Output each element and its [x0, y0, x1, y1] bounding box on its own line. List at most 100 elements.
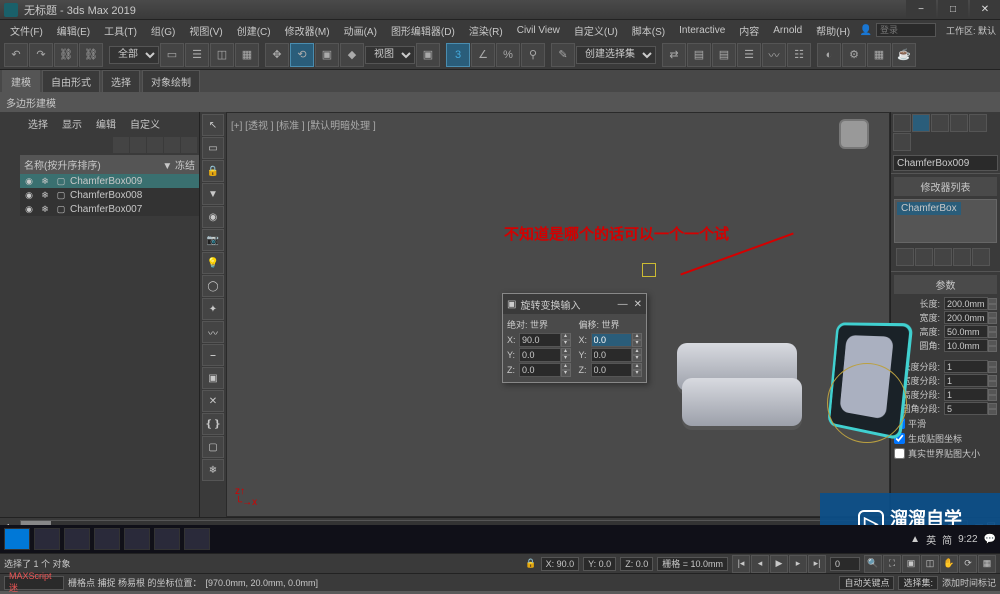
fillet-input[interactable]	[944, 339, 988, 352]
spinner-icon[interactable]: ▴▾	[561, 348, 571, 362]
spinner-icon[interactable]	[988, 375, 997, 387]
menu-edit[interactable]: 编辑(E)	[51, 21, 96, 40]
spinner-icon[interactable]	[988, 389, 997, 401]
menu-view[interactable]: 视图(V)	[183, 21, 228, 40]
named-selection-button[interactable]: ✎	[551, 43, 575, 67]
snap-toggle-3[interactable]: 3	[446, 43, 470, 67]
spinner-icon[interactable]	[988, 403, 997, 415]
menu-civilview[interactable]: Civil View	[511, 23, 566, 38]
material-editor-button[interactable]: ◐	[817, 43, 841, 67]
vt-helper-icon[interactable]: ✦	[202, 298, 224, 320]
spinner-icon[interactable]: ▴▾	[561, 363, 571, 377]
vt-xref-icon[interactable]: ✕	[202, 390, 224, 412]
dialog-close-icon[interactable]: ✕	[634, 299, 642, 310]
spinner-icon[interactable]: ▴▾	[561, 333, 571, 347]
spinner-icon[interactable]: ▴▾	[632, 348, 642, 362]
menu-script[interactable]: 脚本(S)	[626, 21, 671, 40]
dialog-minimize-icon[interactable]: —	[618, 299, 628, 310]
prev-key-icon[interactable]: |◂	[732, 555, 750, 573]
menu-interactive[interactable]: Interactive	[673, 23, 731, 38]
angle-snap-button[interactable]: ∠	[471, 43, 495, 67]
menu-group[interactable]: 组(G)	[145, 21, 181, 40]
modifier-stack-item[interactable]: ChamferBox	[897, 202, 961, 215]
select-region-button[interactable]: ◫	[210, 43, 234, 67]
lseg-input[interactable]	[944, 360, 988, 373]
maximize-viewport-icon[interactable]: ▦	[978, 555, 996, 573]
placement-button[interactable]: ◆	[340, 43, 364, 67]
layer-button[interactable]: ▤	[712, 43, 736, 67]
scene-tool-3[interactable]	[147, 137, 163, 153]
link-button[interactable]: ⛓	[54, 43, 78, 67]
scene-tab-edit[interactable]: 编辑	[90, 114, 122, 133]
select-button[interactable]: ▭	[160, 43, 184, 67]
modifier-list-header[interactable]: 修改器列表	[894, 177, 997, 196]
off-x-input[interactable]	[591, 333, 633, 347]
object-name-input[interactable]	[893, 155, 998, 171]
menu-animation[interactable]: 动画(A)	[338, 21, 383, 40]
scene-tool-5[interactable]	[181, 137, 197, 153]
width-input[interactable]	[944, 311, 988, 324]
refcoord-select[interactable]: 视图	[365, 46, 415, 64]
notification-icon[interactable]: 💬	[984, 534, 996, 545]
orbit-icon[interactable]: ⟳	[959, 555, 977, 573]
show-end-icon[interactable]	[915, 248, 933, 266]
abs-y-input[interactable]	[519, 348, 561, 362]
scale-button[interactable]: ▣	[315, 43, 339, 67]
menu-file[interactable]: 文件(F)	[4, 21, 49, 40]
spinner-icon[interactable]	[988, 340, 997, 352]
task-icon[interactable]	[94, 528, 120, 550]
menu-modifiers[interactable]: 修改器(M)	[279, 21, 336, 40]
maximize-button[interactable]: □	[938, 0, 968, 18]
pivot-button[interactable]: ▣	[416, 43, 440, 67]
mirror-button[interactable]: ⇄	[662, 43, 686, 67]
login-input[interactable]	[876, 23, 936, 37]
visibility-icon[interactable]: ◉	[22, 175, 36, 187]
pan-icon[interactable]: ✋	[940, 555, 958, 573]
remove-mod-icon[interactable]	[953, 248, 971, 266]
hierarchy-tab-icon[interactable]	[931, 114, 949, 132]
viewport[interactable]: [+] [透视 ] [标准 ] [默认明暗处理 ] 不知道是哪个的话可以一个一个…	[226, 112, 890, 517]
menu-help[interactable]: 帮助(H)	[810, 21, 856, 40]
maxscript-prompt[interactable]: MAXScript 迷	[4, 576, 64, 590]
scene-item[interactable]: ◉ ❄ ▢ ChamferBox008	[20, 188, 199, 202]
config-icon[interactable]	[972, 248, 990, 266]
redo-button[interactable]: ↷	[29, 43, 53, 67]
spinner-icon[interactable]	[988, 361, 997, 373]
vt-arrow-icon[interactable]: ↖	[202, 114, 224, 136]
modifier-stack[interactable]: ChamferBox	[894, 199, 997, 243]
scene-tool-4[interactable]	[164, 137, 180, 153]
scene-tab-custom[interactable]: 自定义	[124, 114, 166, 133]
dialog-titlebar[interactable]: ▣ 旋转变换输入 — ✕	[503, 294, 646, 314]
window-crossing-button[interactable]: ▦	[235, 43, 259, 67]
vt-rect-icon[interactable]: ▭	[202, 137, 224, 159]
start-button[interactable]	[4, 528, 30, 550]
ime-icon[interactable]: 简	[942, 532, 952, 547]
parameters-header[interactable]: 参数	[894, 275, 997, 294]
visibility-icon[interactable]: ◉	[22, 189, 36, 201]
schematic-button[interactable]: ☷	[787, 43, 811, 67]
named-selection-select[interactable]: 创建选择集	[576, 46, 656, 64]
create-tab-icon[interactable]	[893, 114, 911, 132]
status-y[interactable]: Y: 0.0	[583, 557, 616, 571]
select-name-button[interactable]: ☰	[185, 43, 209, 67]
task-icon[interactable]	[154, 528, 180, 550]
spinner-icon[interactable]	[988, 326, 997, 338]
selection-filter[interactable]: 全部	[109, 46, 159, 64]
vt-camera-icon[interactable]: 📷	[202, 229, 224, 251]
scene-tab-display[interactable]: 显示	[56, 114, 88, 133]
abs-x-input[interactable]	[519, 333, 561, 347]
off-y-input[interactable]	[591, 348, 633, 362]
zoom-all-icon[interactable]: ⛶	[883, 555, 901, 573]
lock-icon[interactable]: 🔒	[525, 558, 536, 569]
menu-tools[interactable]: 工具(T)	[98, 21, 143, 40]
spinner-icon[interactable]: ▴▾	[632, 363, 642, 377]
motion-tab-icon[interactable]	[950, 114, 968, 132]
spinner-icon[interactable]: ▴▾	[632, 333, 642, 347]
ime-icon[interactable]: 英	[926, 532, 936, 547]
undo-button[interactable]: ↶	[4, 43, 28, 67]
vt-bracket-icon[interactable]: ❴❵	[202, 413, 224, 435]
ribbon-tab-select[interactable]: 选择	[102, 70, 140, 92]
vt-container-icon[interactable]: ▢	[202, 436, 224, 458]
menu-content[interactable]: 内容	[733, 21, 765, 40]
length-input[interactable]	[944, 297, 988, 310]
